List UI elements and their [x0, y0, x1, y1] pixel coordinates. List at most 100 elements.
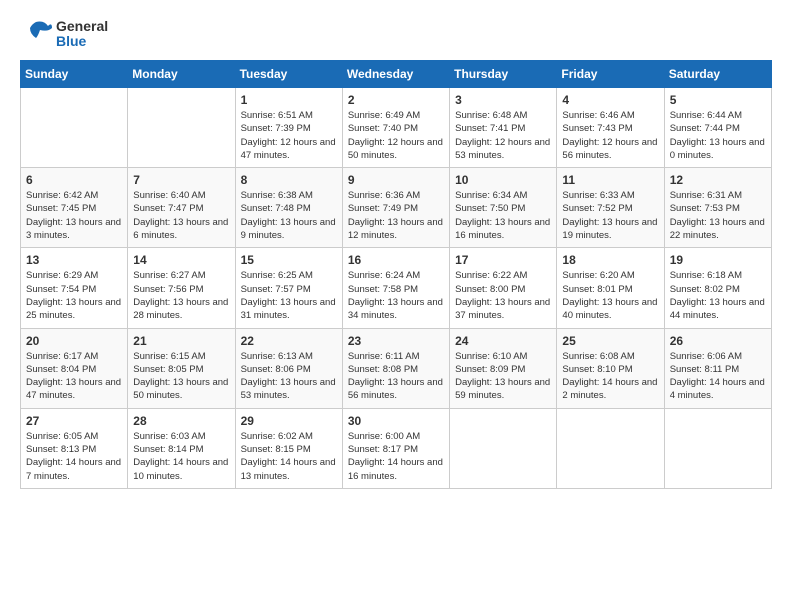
day-cell: 22 Sunrise: 6:13 AMSunset: 8:06 PMDayligh…	[235, 328, 342, 408]
day-cell	[557, 408, 664, 488]
day-cell: 18 Sunrise: 6:20 AMSunset: 8:01 PMDayligh…	[557, 248, 664, 328]
day-number: 8	[241, 173, 337, 187]
day-info: Sunrise: 6:10 AMSunset: 8:09 PMDaylight:…	[455, 350, 551, 403]
day-number: 4	[562, 93, 658, 107]
header: General Blue	[20, 18, 772, 50]
day-cell: 25 Sunrise: 6:08 AMSunset: 8:10 PMDayligh…	[557, 328, 664, 408]
day-number: 16	[348, 253, 444, 267]
weekday-header-wednesday: Wednesday	[342, 61, 449, 88]
day-number: 10	[455, 173, 551, 187]
day-cell: 15Sunrise: 6:25 AMSunset: 7:57 PMDayligh…	[235, 248, 342, 328]
weekday-header-saturday: Saturday	[664, 61, 771, 88]
day-number: 21	[133, 334, 229, 348]
day-number: 19	[670, 253, 766, 267]
day-info: Sunrise: 6:34 AMSunset: 7:50 PMDaylight:…	[455, 189, 551, 242]
day-info: Sunrise: 6:46 AMSunset: 7:43 PMDaylight:…	[562, 109, 658, 162]
day-cell: 20Sunrise: 6:17 AMSunset: 8:04 PMDayligh…	[21, 328, 128, 408]
day-info: Sunrise: 6:05 AMSunset: 8:13 PMDaylight:…	[26, 430, 122, 483]
day-number: 26	[670, 334, 766, 348]
day-number: 1	[241, 93, 337, 107]
logo-container: General Blue	[20, 18, 108, 50]
day-number: 14	[133, 253, 229, 267]
day-cell: 4 Sunrise: 6:46 AMSunset: 7:43 PMDaylight…	[557, 88, 664, 168]
weekday-header-tuesday: Tuesday	[235, 61, 342, 88]
day-number: 6	[26, 173, 122, 187]
day-info: Sunrise: 6:02 AMSunset: 8:15 PMDaylight:…	[241, 430, 337, 483]
weekday-header-thursday: Thursday	[450, 61, 557, 88]
day-cell	[128, 88, 235, 168]
logo-bird-icon	[20, 18, 52, 50]
day-cell: 30 Sunrise: 6:00 AMSunset: 8:17 PMDayligh…	[342, 408, 449, 488]
day-number: 24	[455, 334, 551, 348]
day-info: Sunrise: 6:08 AMSunset: 8:10 PMDaylight:…	[562, 350, 658, 403]
day-number: 18	[562, 253, 658, 267]
day-number: 27	[26, 414, 122, 428]
day-cell: 10 Sunrise: 6:34 AMSunset: 7:50 PMDayligh…	[450, 168, 557, 248]
day-cell: 9 Sunrise: 6:36 AMSunset: 7:49 PMDaylight…	[342, 168, 449, 248]
day-number: 23	[348, 334, 444, 348]
day-cell: 3 Sunrise: 6:48 AMSunset: 7:41 PMDaylight…	[450, 88, 557, 168]
day-number: 12	[670, 173, 766, 187]
week-row-1: 1 Sunrise: 6:51 AMSunset: 7:39 PMDaylight…	[21, 88, 772, 168]
day-info: Sunrise: 6:51 AMSunset: 7:39 PMDaylight:…	[241, 109, 337, 162]
day-cell: 21Sunrise: 6:15 AMSunset: 8:05 PMDayligh…	[128, 328, 235, 408]
day-info: Sunrise: 6:06 AMSunset: 8:11 PMDaylight:…	[670, 350, 766, 403]
day-number: 30	[348, 414, 444, 428]
day-info: Sunrise: 6:29 AMSunset: 7:54 PMDaylight:…	[26, 269, 122, 322]
day-number: 29	[241, 414, 337, 428]
day-cell	[450, 408, 557, 488]
day-info: Sunrise: 6:00 AMSunset: 8:17 PMDaylight:…	[348, 430, 444, 483]
day-info: Sunrise: 6:49 AMSunset: 7:40 PMDaylight:…	[348, 109, 444, 162]
week-row-2: 6 Sunrise: 6:42 AMSunset: 7:45 PMDaylight…	[21, 168, 772, 248]
day-info: Sunrise: 6:31 AMSunset: 7:53 PMDaylight:…	[670, 189, 766, 242]
day-info: Sunrise: 6:36 AMSunset: 7:49 PMDaylight:…	[348, 189, 444, 242]
day-cell: 8Sunrise: 6:38 AMSunset: 7:48 PMDaylight…	[235, 168, 342, 248]
day-number: 7	[133, 173, 229, 187]
day-cell: 2Sunrise: 6:49 AMSunset: 7:40 PMDaylight…	[342, 88, 449, 168]
day-cell: 7 Sunrise: 6:40 AMSunset: 7:47 PMDaylight…	[128, 168, 235, 248]
day-number: 15	[241, 253, 337, 267]
day-number: 25	[562, 334, 658, 348]
day-cell: 12 Sunrise: 6:31 AMSunset: 7:53 PMDayligh…	[664, 168, 771, 248]
page: General Blue SundayMondayTuesdayWednesda…	[0, 0, 792, 507]
day-cell: 28Sunrise: 6:03 AMSunset: 8:14 PMDayligh…	[128, 408, 235, 488]
weekday-header-sunday: Sunday	[21, 61, 128, 88]
day-number: 22	[241, 334, 337, 348]
day-info: Sunrise: 6:22 AMSunset: 8:00 PMDaylight:…	[455, 269, 551, 322]
day-number: 9	[348, 173, 444, 187]
day-cell: 17Sunrise: 6:22 AMSunset: 8:00 PMDayligh…	[450, 248, 557, 328]
day-cell: 5Sunrise: 6:44 AMSunset: 7:44 PMDaylight…	[664, 88, 771, 168]
day-number: 13	[26, 253, 122, 267]
day-info: Sunrise: 6:27 AMSunset: 7:56 PMDaylight:…	[133, 269, 229, 322]
logo-general-text: General	[56, 19, 108, 34]
day-cell: 23 Sunrise: 6:11 AMSunset: 8:08 PMDayligh…	[342, 328, 449, 408]
day-number: 3	[455, 93, 551, 107]
day-info: Sunrise: 6:33 AMSunset: 7:52 PMDaylight:…	[562, 189, 658, 242]
day-info: Sunrise: 6:44 AMSunset: 7:44 PMDaylight:…	[670, 109, 766, 162]
day-info: Sunrise: 6:13 AMSunset: 8:06 PMDaylight:…	[241, 350, 337, 403]
day-info: Sunrise: 6:48 AMSunset: 7:41 PMDaylight:…	[455, 109, 551, 162]
day-number: 11	[562, 173, 658, 187]
logo-blue-text: Blue	[56, 34, 108, 49]
day-cell	[21, 88, 128, 168]
day-cell: 27 Sunrise: 6:05 AMSunset: 8:13 PMDayligh…	[21, 408, 128, 488]
day-cell: 19 Sunrise: 6:18 AMSunset: 8:02 PMDayligh…	[664, 248, 771, 328]
day-cell: 14 Sunrise: 6:27 AMSunset: 7:56 PMDayligh…	[128, 248, 235, 328]
day-info: Sunrise: 6:18 AMSunset: 8:02 PMDaylight:…	[670, 269, 766, 322]
weekday-header-monday: Monday	[128, 61, 235, 88]
day-info: Sunrise: 6:20 AMSunset: 8:01 PMDaylight:…	[562, 269, 658, 322]
day-info: Sunrise: 6:24 AMSunset: 7:58 PMDaylight:…	[348, 269, 444, 322]
day-cell: 13 Sunrise: 6:29 AMSunset: 7:54 PMDayligh…	[21, 248, 128, 328]
day-info: Sunrise: 6:42 AMSunset: 7:45 PMDaylight:…	[26, 189, 122, 242]
day-info: Sunrise: 6:40 AMSunset: 7:47 PMDaylight:…	[133, 189, 229, 242]
day-cell: 6 Sunrise: 6:42 AMSunset: 7:45 PMDaylight…	[21, 168, 128, 248]
weekday-header-row: SundayMondayTuesdayWednesdayThursdayFrid…	[21, 61, 772, 88]
day-cell: 1 Sunrise: 6:51 AMSunset: 7:39 PMDaylight…	[235, 88, 342, 168]
day-cell: 16 Sunrise: 6:24 AMSunset: 7:58 PMDayligh…	[342, 248, 449, 328]
day-cell: 29 Sunrise: 6:02 AMSunset: 8:15 PMDayligh…	[235, 408, 342, 488]
week-row-3: 13 Sunrise: 6:29 AMSunset: 7:54 PMDayligh…	[21, 248, 772, 328]
day-info: Sunrise: 6:11 AMSunset: 8:08 PMDaylight:…	[348, 350, 444, 403]
day-info: Sunrise: 6:17 AMSunset: 8:04 PMDaylight:…	[26, 350, 122, 403]
week-row-5: 27 Sunrise: 6:05 AMSunset: 8:13 PMDayligh…	[21, 408, 772, 488]
calendar-table: SundayMondayTuesdayWednesdayThursdayFrid…	[20, 60, 772, 489]
